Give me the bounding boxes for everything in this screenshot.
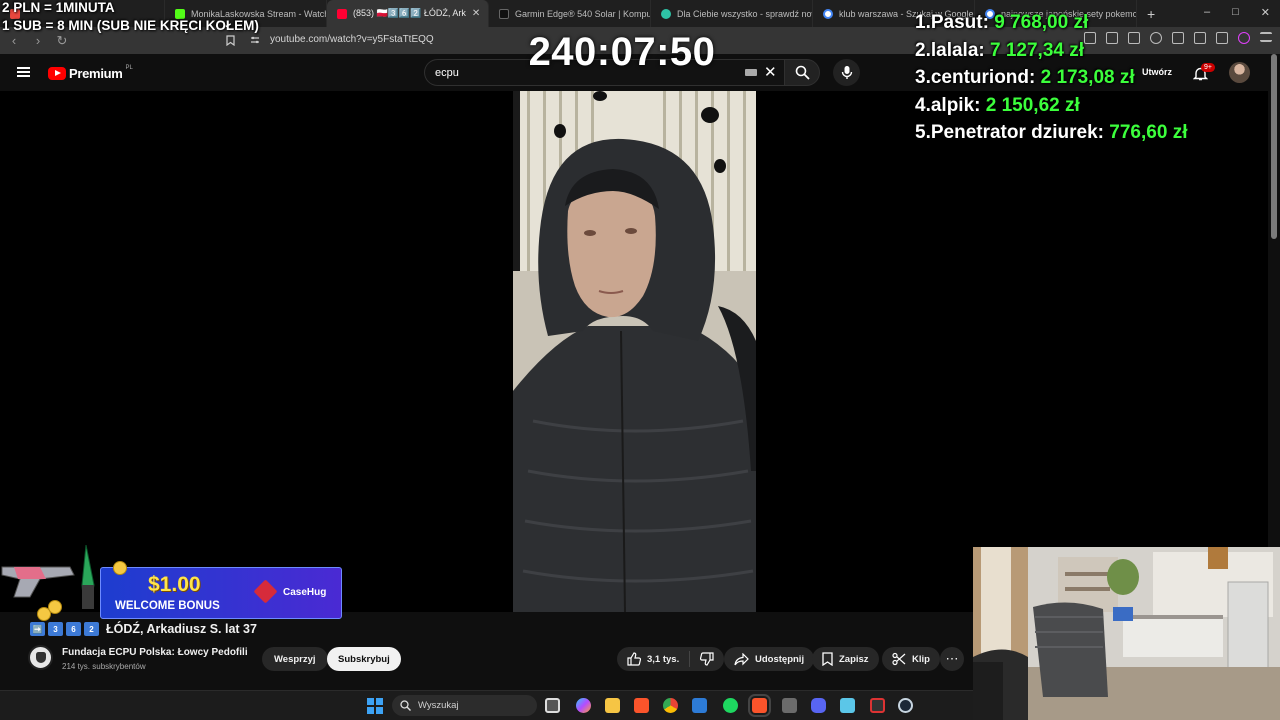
share-icon [734,652,749,665]
clip-label: Klip [912,653,930,665]
like-button[interactable]: 3,1 tys. [617,647,689,671]
kick-favicon-icon [175,8,185,19]
close-window-button[interactable]: ✕ [1261,6,1270,19]
spotify-icon[interactable] [723,698,738,713]
leaderboard-row: 3.centuriond: 2 173,08 zł [915,67,1135,88]
save-content: Zapisz [812,647,879,671]
file-explorer-icon[interactable] [605,698,620,713]
video-player[interactable] [0,91,1268,612]
video-title-row: ➡️ 3 6 2 ŁÓDŹ, Arkadiusz S. lat 37 [30,622,257,636]
channel-name[interactable]: Fundacja ECPU Polska: Łowcy Pedofili [62,647,248,658]
youtube-favicon-icon [337,8,347,19]
tab-title: Garmin Edge® 540 Solar | Komputer [515,8,651,19]
number-emoji: 2 [84,622,99,636]
donation-leaderboard: 1.Pasut: 9 768,00 zł 2.lalala: 7 127,34 … [915,9,1187,147]
donation-amount: 9 768,00 zł [994,12,1089,33]
sponsor-banner: $1.00 WELCOME BONUS CaseHug [0,545,345,625]
share-label: Udostępnij [755,653,805,665]
donor-name: lalala: [930,39,985,61]
bookmark-save-icon [822,652,833,666]
like-count: 3,1 tys. [647,653,680,665]
save-label: Zapisz [839,653,869,665]
browser-tab-active[interactable]: (853) 🇵🇱3️⃣6️⃣2️⃣ ŁÓDŹ, Ark ✕ [327,0,489,27]
donor-name: Penetrator dziurek: [930,122,1105,143]
donation-amount: 2 173,08 zł [1040,67,1135,88]
tab-title: (853) 🇵🇱3️⃣6️⃣2️⃣ ŁÓDŹ, Ark [353,8,466,18]
scrollbar-thumb[interactable] [1271,54,1277,239]
maximize-button[interactable]: □ [1232,6,1239,19]
share-button[interactable]: Udostępnij [724,647,815,671]
share-content: Udostępnij [724,647,814,671]
browser-tab[interactable]: Garmin Edge® 540 Solar | Komputer [489,0,651,27]
google-favicon-icon [823,8,833,19]
taskbar-search-placeholder: Wyszukaj [418,700,459,711]
windows-taskbar: Wyszukaj [0,690,973,720]
site-favicon-icon [661,8,671,19]
app-icon[interactable] [870,698,885,713]
channel-subscriber-count: 214 tys. subskrybentów [62,662,146,671]
browser-tab[interactable]: Dla Ciebie wszystko - sprawdź nowe [651,0,813,27]
notepad-icon[interactable] [840,698,855,713]
donor-name: alpik: [930,94,981,116]
donation-rule-text: 2 PLN = 1MINUTA [2,0,115,15]
support-button[interactable]: Wesprzyj [262,647,328,671]
donation-amount: 2 150,62 zł [985,94,1080,116]
scissors-icon [892,652,906,666]
garmin-favicon-icon [499,8,509,19]
thumbs-down-icon [700,652,714,666]
sponsor-brand: CaseHug [283,587,327,598]
screen: MonikaLaskowska Stream - Watch Li (853) … [0,0,1280,720]
browser-menu-icon[interactable] [1260,32,1272,42]
video-frame [513,91,756,612]
search-icon [400,700,411,711]
window-controls: – □ ✕ [1204,6,1270,19]
subscription-rule-text: 1 SUB = 8 MIN (SUB NIE KRĘCI KOŁEM) [2,18,259,33]
webcam-overlay [973,547,1280,720]
chrome-icon[interactable] [663,698,678,713]
brave-browser-icon[interactable] [634,698,649,713]
number-emoji: 3 [48,622,63,636]
donor-name: centuriond: [930,67,1036,88]
dislike-button[interactable] [690,647,724,671]
coin-icon [113,561,127,575]
leaderboard-row: 5.Penetrator dziurek: 776,60 zł [915,122,1188,143]
steam-icon[interactable] [898,698,913,713]
calculator-icon[interactable] [782,698,797,713]
start-button[interactable] [367,698,383,714]
store-icon[interactable] [692,698,707,713]
copilot-icon[interactable] [576,698,591,713]
tab-close-icon[interactable]: ✕ [472,8,480,19]
channel-avatar[interactable] [28,645,53,670]
like-dislike-group: 3,1 tys. [617,647,725,671]
webcam-room-image [973,547,1280,720]
task-view-icon[interactable] [545,698,560,713]
clip-content: Klip [882,647,940,671]
knife-pistol-icon [1,545,95,609]
thumbs-up-icon [627,652,641,666]
more-actions-button[interactable]: ⋯ [940,647,964,671]
discord-icon[interactable] [811,698,826,713]
video-still-image [513,91,756,612]
bonus-text: WELCOME BONUS [115,600,220,612]
coin-icon [48,600,62,614]
leaderboard-row: 4.alpik: 2 150,62 zł [915,94,1080,116]
minimize-button[interactable]: – [1204,6,1210,19]
clip-button[interactable]: Klip [882,647,940,671]
brave-active-icon[interactable] [748,694,771,717]
donor-name: Pasut: [930,12,989,33]
taskbar-search-box[interactable]: Wyszukaj [392,695,537,716]
subscribe-button[interactable]: Subskrybuj [327,647,401,671]
leaderboard-row: 2.lalala: 7 127,34 zł [915,39,1085,61]
tab-title: Dla Ciebie wszystko - sprawdź nowe [677,8,813,19]
donation-amount: 7 127,34 zł [990,39,1085,61]
number-emoji: 6 [66,622,81,636]
save-button[interactable]: Zapisz [812,647,879,671]
leaderboard-row: 1.Pasut: 9 768,00 zł [915,12,1089,33]
tab-title: MonikaLaskowska Stream - Watch Li [191,8,327,19]
arrow-emoji-icon: ➡️ [30,622,45,636]
bonus-price: $1.00 [148,573,201,596]
video-title: ŁÓDŹ, Arkadiusz S. lat 37 [106,622,257,636]
donation-amount: 776,60 zł [1109,122,1188,143]
